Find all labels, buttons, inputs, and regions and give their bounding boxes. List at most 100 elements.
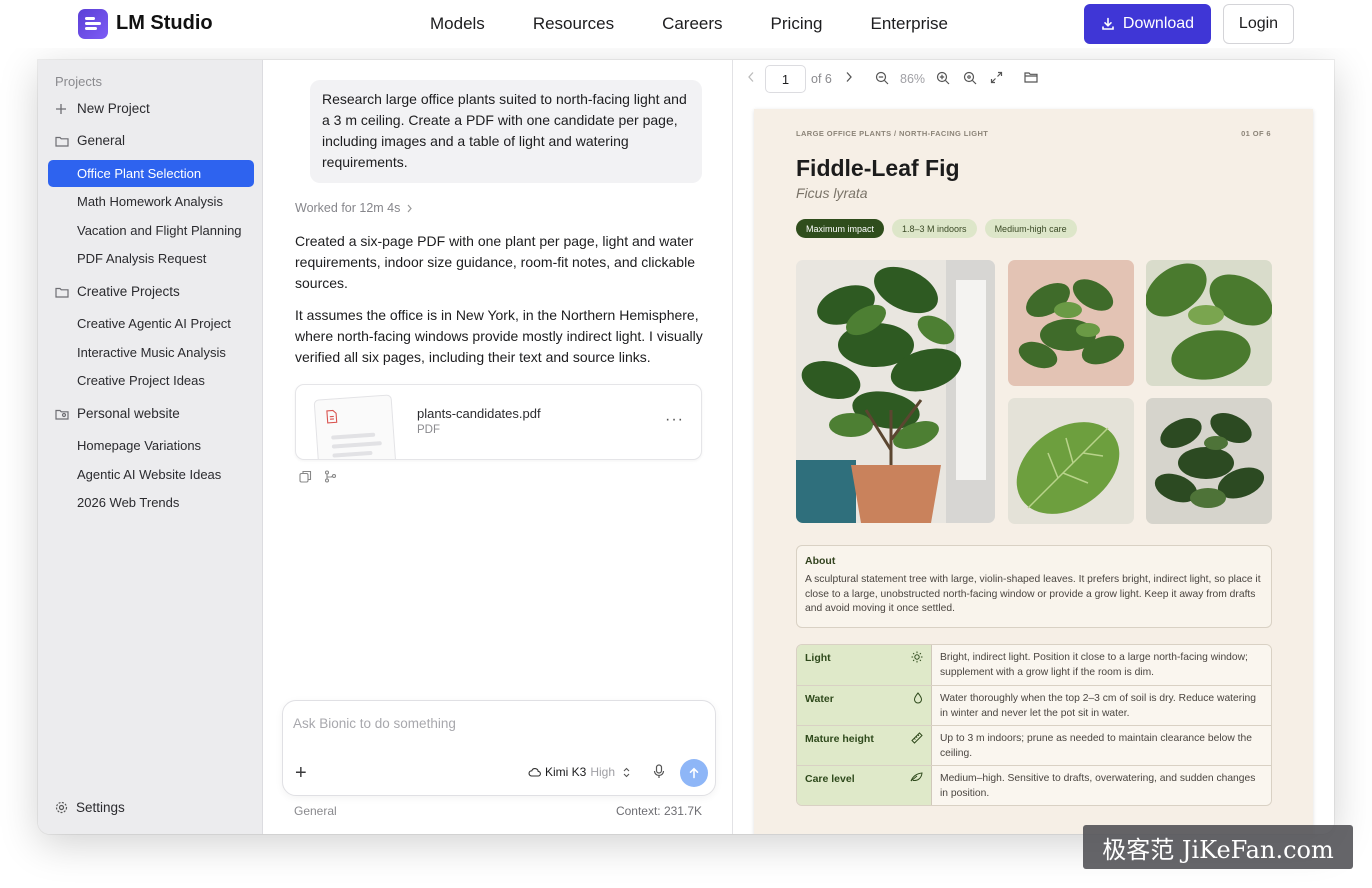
sidebar-item-web-trends[interactable]: 2026 Web Trends xyxy=(48,489,254,516)
sidebar-group-general[interactable]: General xyxy=(48,127,254,154)
plant-tags: Maximum impact 1.8–3 M indoors Medium-hi… xyxy=(796,219,1077,238)
login-button[interactable]: Login xyxy=(1223,4,1294,44)
send-button[interactable] xyxy=(680,759,708,787)
next-page-icon[interactable] xyxy=(845,71,853,83)
prompt-input[interactable] xyxy=(293,711,693,735)
model-selector[interactable]: Kimi K3 High xyxy=(528,765,630,779)
sun-icon xyxy=(911,651,923,663)
plant-photo-main xyxy=(796,260,995,523)
previous-page-icon[interactable] xyxy=(747,71,755,83)
cloud-icon xyxy=(528,767,541,777)
new-project-button[interactable]: New Project xyxy=(48,95,254,122)
project-label: General xyxy=(294,804,337,818)
ruler-icon xyxy=(911,732,923,744)
add-attachment-icon[interactable]: + xyxy=(295,763,307,783)
table-row: Mature height Up to 3 m indoors; prune a… xyxy=(797,725,1271,765)
care-value: Up to 3 m indoors; prune as needed to ma… xyxy=(932,726,1271,765)
plant-latin-name: Ficus lyrata xyxy=(796,185,868,201)
plant-photo-leaf-detail xyxy=(1008,398,1134,524)
chevron-right-icon xyxy=(406,204,413,213)
page-number-input[interactable] xyxy=(765,65,806,93)
sidebar-item-homepage-variations[interactable]: Homepage Variations xyxy=(48,432,254,459)
message-composer: + Kimi K3 High xyxy=(282,700,716,796)
nav-models[interactable]: Models xyxy=(430,14,485,34)
microphone-icon[interactable] xyxy=(653,764,665,779)
table-row: Water Water thoroughly when the top 2–3 … xyxy=(797,685,1271,725)
open-folder-icon[interactable] xyxy=(1024,71,1038,83)
download-icon xyxy=(1101,17,1115,31)
table-row: Light Bright, indirect light. Position i… xyxy=(797,645,1271,685)
more-options-icon[interactable]: ··· xyxy=(665,411,684,429)
care-key: Water xyxy=(805,693,834,705)
care-key: Mature height xyxy=(805,733,874,745)
download-label: Download xyxy=(1122,15,1195,32)
plant-photo-canopy xyxy=(1146,398,1272,524)
sidebar-group-creative-projects[interactable]: Creative Projects xyxy=(48,278,254,305)
nav-resources[interactable]: Resources xyxy=(533,14,614,34)
message-actions xyxy=(299,470,337,483)
sidebar-item-vacation-planning[interactable]: Vacation and Flight Planning xyxy=(48,217,254,244)
nav-pricing[interactable]: Pricing xyxy=(771,14,823,34)
file-type: PDF xyxy=(417,424,440,436)
sidebar-group-personal-website[interactable]: Personal website xyxy=(48,400,254,427)
care-key: Care level xyxy=(805,773,855,785)
plant-title: Fiddle-Leaf Fig xyxy=(796,155,960,181)
care-key: Light xyxy=(805,652,831,664)
sidebar-item-creative-agentic-ai[interactable]: Creative Agentic AI Project xyxy=(48,310,254,337)
about-heading: About xyxy=(805,555,836,567)
folder-image-icon xyxy=(55,408,77,420)
user-message: Research large office plants suited to n… xyxy=(310,80,702,183)
nav-enterprise[interactable]: Enterprise xyxy=(871,14,948,34)
tag-badge: Medium-high care xyxy=(984,219,1077,238)
folder-icon xyxy=(55,135,77,147)
table-row: Care level Medium–high. Sensitive to dra… xyxy=(797,765,1271,805)
fullscreen-icon[interactable] xyxy=(990,71,1003,84)
assistant-reply-paragraph: It assumes the office is in New York, in… xyxy=(295,307,703,365)
fit-zoom-icon[interactable] xyxy=(963,71,977,85)
worked-duration-toggle[interactable]: Worked for 12m 4s xyxy=(295,201,413,215)
arrow-up-icon xyxy=(688,767,700,779)
app-window: Projects New Project General Office Plan… xyxy=(38,60,1334,834)
lm-studio-logo-icon[interactable] xyxy=(78,9,108,39)
settings-button[interactable]: Settings xyxy=(55,800,125,815)
pdf-file-icon xyxy=(325,409,338,424)
about-box: About A sculptural statement tree with l… xyxy=(796,545,1272,628)
folder-icon xyxy=(55,286,77,298)
brand-name[interactable]: LM Studio xyxy=(116,12,213,35)
branch-icon[interactable] xyxy=(324,470,337,483)
site-nav: Models Resources Careers Pricing Enterpr… xyxy=(430,14,948,34)
sidebar-item-pdf-analysis[interactable]: PDF Analysis Request xyxy=(48,245,254,272)
page-kicker: LARGE OFFICE PLANTS / NORTH-FACING LIGHT xyxy=(796,129,989,138)
context-usage: Context: 231.7K xyxy=(615,804,702,818)
sidebar-item-math-homework[interactable]: Math Homework Analysis xyxy=(48,188,254,215)
leaf-icon xyxy=(910,772,923,782)
gear-icon xyxy=(55,801,68,814)
sidebar-item-agentic-ai-website[interactable]: Agentic AI Website Ideas xyxy=(48,461,254,488)
tag-badge: Maximum impact xyxy=(796,219,885,238)
pdf-viewer: of 6 86% LARGE OFFICE PLANTS / NORTH-FAC… xyxy=(732,60,1334,834)
zoom-out-icon[interactable] xyxy=(875,71,889,85)
nav-careers[interactable]: Careers xyxy=(662,14,722,34)
plant-photo-closeup xyxy=(1146,260,1272,386)
sidebar-item-office-plant-selection[interactable]: Office Plant Selection xyxy=(48,160,254,187)
sidebar-item-interactive-music[interactable]: Interactive Music Analysis xyxy=(48,339,254,366)
pdf-page: LARGE OFFICE PLANTS / NORTH-FACING LIGHT… xyxy=(754,109,1313,834)
copy-icon[interactable] xyxy=(299,470,312,483)
droplet-icon xyxy=(913,692,923,704)
plus-icon xyxy=(55,103,77,115)
chevron-up-down-icon xyxy=(623,767,630,778)
about-text: A sculptural statement tree with large, … xyxy=(805,574,1261,614)
page-indicator: 01 OF 6 xyxy=(1241,129,1271,138)
file-name: plants-candidates.pdf xyxy=(417,406,541,421)
care-table: Light Bright, indirect light. Position i… xyxy=(796,644,1272,806)
chat-panel: Research large office plants suited to n… xyxy=(263,60,732,834)
download-button[interactable]: Download xyxy=(1084,4,1211,44)
care-value: Water thoroughly when the top 2–3 cm of … xyxy=(932,686,1271,725)
page-total: of 6 xyxy=(811,72,832,86)
care-value: Medium–high. Sensitive to drafts, overwa… xyxy=(932,766,1271,805)
sidebar-item-creative-project-ideas[interactable]: Creative Project Ideas xyxy=(48,367,254,394)
zoom-in-icon[interactable] xyxy=(936,71,950,85)
zoom-level: 86% xyxy=(900,72,926,86)
file-attachment-card[interactable]: plants-candidates.pdf PDF ··· xyxy=(295,384,702,460)
care-value: Bright, indirect light. Position it clos… xyxy=(932,645,1271,685)
